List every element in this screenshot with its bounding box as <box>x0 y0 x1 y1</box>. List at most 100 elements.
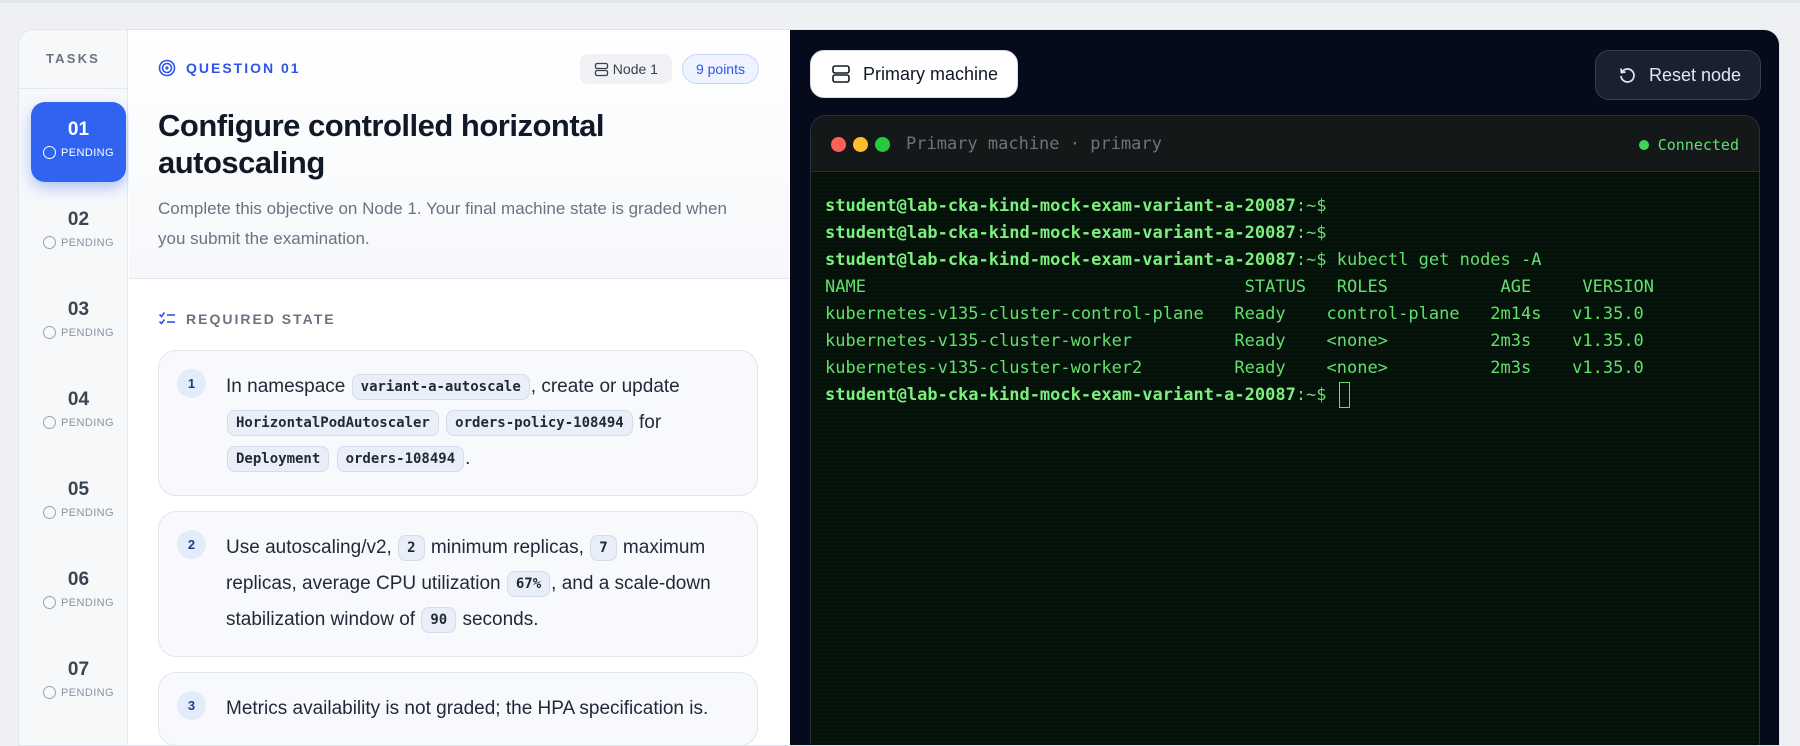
requirement-text: Use autoscaling/v2, 2 minimum replicas, … <box>226 530 741 638</box>
prompt-user: student@lab-cka-kind-mock-exam-variant-a… <box>825 385 1296 405</box>
code-chip: Deployment <box>227 445 330 472</box>
task-item-03[interactable]: 03 PENDING <box>31 282 126 362</box>
prompt-suffix: :~$ <box>1295 196 1327 216</box>
code-chip: orders-policy-108494 <box>446 409 633 436</box>
task-number: 03 <box>67 299 90 320</box>
task-item-06[interactable]: 06 PENDING <box>31 552 126 632</box>
terminal-line: student@lab-cka-kind-mock-exam-variant-a… <box>825 193 1759 220</box>
pending-circle-icon <box>43 596 57 609</box>
task-item-04[interactable]: 04 PENDING <box>31 372 126 452</box>
req-text: Metrics availability is not graded; the … <box>226 698 709 719</box>
requirement-card-2: 2 Use autoscaling/v2, 2 minimum replicas… <box>158 511 758 657</box>
status-dot-icon <box>1638 140 1649 150</box>
node-chip-label: Node 1 <box>612 61 658 77</box>
prompt-user: student@lab-cka-kind-mock-exam-variant-a… <box>825 250 1296 270</box>
req-text: In namespace <box>226 376 346 397</box>
reset-node-label: Reset node <box>1649 64 1742 85</box>
terminal-cursor <box>1338 382 1350 408</box>
code-chip: 7 <box>590 534 617 561</box>
code-chip: 2 <box>398 534 425 561</box>
requirement-index: 1 <box>177 369 206 398</box>
reset-icon <box>1620 67 1635 83</box>
task-status: PENDING <box>61 416 114 429</box>
terminal-line: student@lab-cka-kind-mock-exam-variant-a… <box>825 220 1759 247</box>
reset-node-button[interactable]: Reset node <box>1595 50 1761 100</box>
code-chip: 67% <box>506 570 551 597</box>
primary-machine-tab[interactable]: Primary machine <box>810 50 1018 98</box>
terminal-titlebar: Primary machine · primary Connected <box>811 116 1759 172</box>
tasks-sidebar: TASKS 01 PENDING 02 PENDING 03 PENDING 0… <box>19 30 128 745</box>
question-header: QUESTION 01 Node 1 9 points Configure co… <box>129 30 789 279</box>
code-chip: 90 <box>421 606 457 633</box>
pending-circle-icon <box>43 146 57 159</box>
minimize-dot-icon[interactable] <box>853 137 868 152</box>
tasks-title: TASKS <box>45 51 101 66</box>
task-status: PENDING <box>61 146 114 159</box>
question-title: Configure controlled horizontal autoscal… <box>158 108 605 180</box>
target-icon <box>158 59 176 77</box>
terminal-line: student@lab-cka-kind-mock-exam-variant-a… <box>825 382 1759 409</box>
terminal-output[interactable]: student@lab-cka-kind-mock-exam-variant-a… <box>811 173 1759 745</box>
question-label: QUESTION 01 <box>158 59 301 77</box>
question-number: QUESTION 01 <box>186 60 301 76</box>
node-chip: Node 1 <box>579 54 672 84</box>
primary-machine-label: Primary machine <box>863 63 999 84</box>
pending-circle-icon <box>43 236 57 249</box>
task-status: PENDING <box>61 326 114 339</box>
terminal-panel: Primary machine Reset node Primary machi… <box>790 30 1779 745</box>
required-state-text: REQUIRED STATE <box>186 311 336 327</box>
tasks-divider <box>19 88 127 89</box>
task-number: 07 <box>67 659 90 680</box>
terminal-command: kubectl get nodes -A <box>1336 250 1542 270</box>
terminal-output-row: kubernetes-v135-cluster-control-plane Re… <box>825 304 1644 324</box>
req-text: Use autoscaling/v2, <box>226 537 392 558</box>
prompt-suffix: :~$ <box>1295 250 1327 270</box>
task-item-07[interactable]: 07 PENDING <box>31 642 126 722</box>
server-icon <box>594 62 608 76</box>
requirement-card-3: 3 Metrics availability is not graded; th… <box>158 672 758 745</box>
requirement-text: In namespace variant-a-autoscale, create… <box>226 369 741 477</box>
code-chip: orders-108494 <box>336 445 465 472</box>
server-icon <box>832 65 850 83</box>
code-chip: HorizontalPodAutoscaler <box>227 409 439 436</box>
terminal-window[interactable]: Primary machine · primary Connected stud… <box>810 115 1760 745</box>
terminal-output-header: NAME STATUS ROLES AGE VERSION <box>825 277 1655 297</box>
pending-circle-icon <box>43 416 57 429</box>
connection-status-text: Connected <box>1657 136 1739 154</box>
task-status: PENDING <box>61 236 114 249</box>
pending-circle-icon <box>43 686 57 699</box>
task-status: PENDING <box>61 596 114 609</box>
req-text: for <box>639 412 662 433</box>
req-text: . <box>465 448 471 469</box>
prompt-suffix: :~$ <box>1295 385 1327 405</box>
task-status: PENDING <box>61 686 114 699</box>
top-border <box>0 0 1800 3</box>
terminal-line: student@lab-cka-kind-mock-exam-variant-a… <box>825 247 1759 274</box>
exam-shell: TASKS 01 PENDING 02 PENDING 03 PENDING 0… <box>18 29 1780 746</box>
task-number: 06 <box>67 569 90 590</box>
required-state-label: REQUIRED STATE <box>158 311 336 327</box>
maximize-dot-icon[interactable] <box>875 137 890 152</box>
pending-circle-icon <box>43 506 57 519</box>
terminal-output-row: kubernetes-v135-cluster-worker2 Ready <n… <box>825 358 1644 378</box>
requirement-index: 3 <box>177 691 206 720</box>
req-text: , create or update <box>530 376 680 397</box>
task-status: PENDING <box>61 506 114 519</box>
close-dot-icon[interactable] <box>831 137 846 152</box>
prompt-suffix: :~$ <box>1295 223 1327 243</box>
prompt-user: student@lab-cka-kind-mock-exam-variant-a… <box>825 223 1296 243</box>
prompt-user: student@lab-cka-kind-mock-exam-variant-a… <box>825 196 1296 216</box>
task-number: 02 <box>67 209 90 230</box>
requirement-index: 2 <box>177 530 206 559</box>
requirement-text: Metrics availability is not graded; the … <box>226 691 741 727</box>
question-description: Complete this objective on Node 1. Your … <box>158 199 727 248</box>
points-chip: 9 points <box>681 54 759 84</box>
req-text: seconds. <box>462 609 539 630</box>
req-text: minimum replicas, <box>430 537 584 558</box>
task-item-02[interactable]: 02 PENDING <box>31 192 126 272</box>
connection-status: Connected <box>1638 136 1739 154</box>
terminal-output-row: kubernetes-v135-cluster-worker Ready <no… <box>825 331 1644 351</box>
task-item-05[interactable]: 05 PENDING <box>31 462 126 542</box>
task-item-01[interactable]: 01 PENDING <box>31 102 126 182</box>
requirement-card-1: 1 In namespace variant-a-autoscale, crea… <box>158 350 758 496</box>
